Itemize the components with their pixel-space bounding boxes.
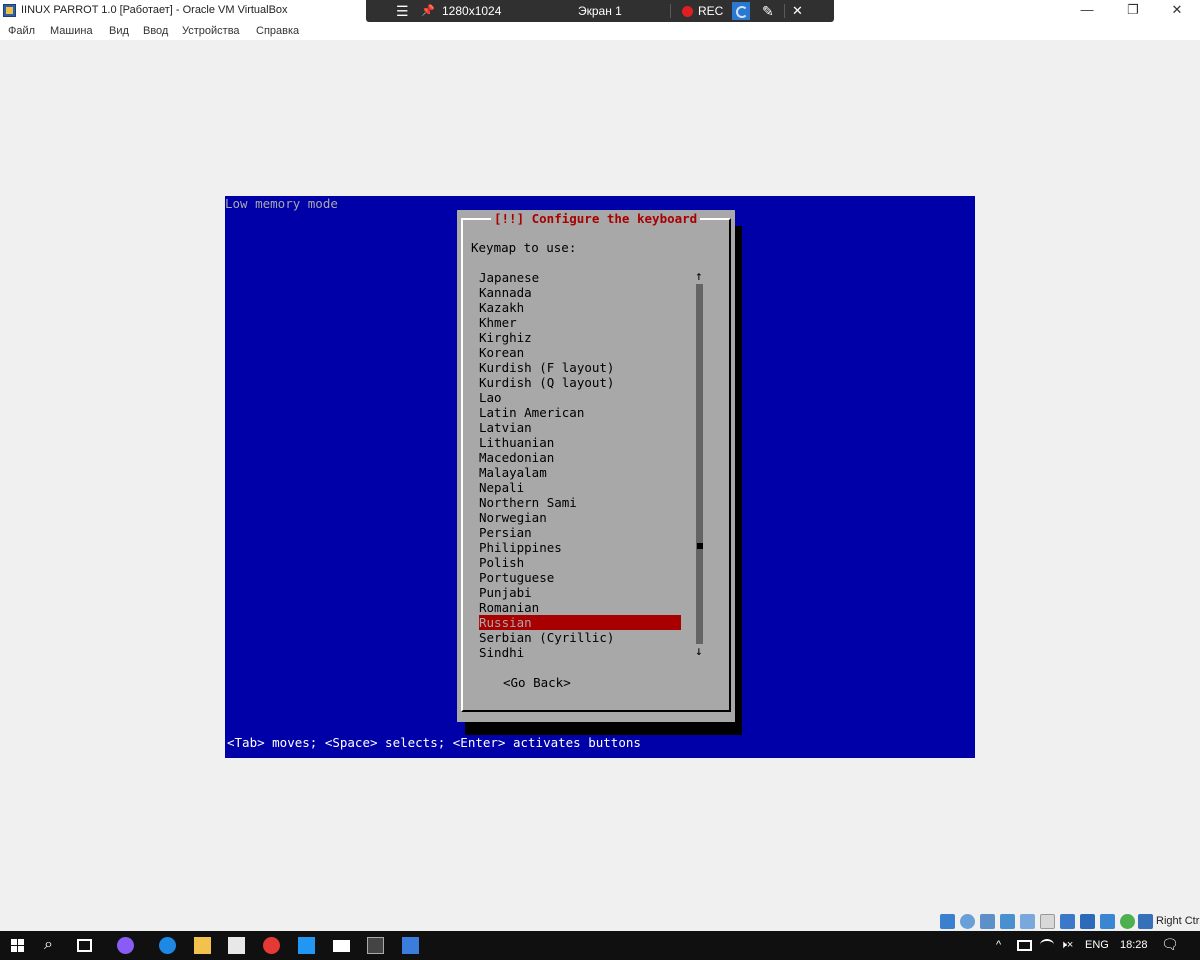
vm-status-bar: Right Ctrl xyxy=(938,913,1200,931)
volume-muted-icon[interactable]: 🕨× xyxy=(1060,939,1073,952)
list-item[interactable]: Lithuanian xyxy=(479,435,681,450)
list-item[interactable]: Latvian xyxy=(479,420,681,435)
mail-icon[interactable] xyxy=(333,940,350,952)
keymap-prompt: Keymap to use: xyxy=(471,240,577,255)
shared-folders-icon[interactable] xyxy=(1040,914,1055,929)
window-title: IINUX PARROT 1.0 [Работает] - Oracle VM … xyxy=(21,4,288,16)
mouse-integration-icon[interactable] xyxy=(1120,914,1135,929)
list-item[interactable]: Serbian (Cyrillic) xyxy=(479,630,681,645)
windows-start-icon[interactable] xyxy=(11,939,25,953)
clock[interactable]: 18:28 xyxy=(1120,939,1148,951)
restore-button[interactable]: ❐ xyxy=(1110,0,1156,22)
list-item[interactable]: Khmer xyxy=(479,315,681,330)
menu-machine[interactable]: Машина xyxy=(50,25,93,37)
file-explorer-icon[interactable] xyxy=(194,937,211,954)
menu-bar: Файл Машина Вид Ввод Устройства Справка xyxy=(0,22,1200,40)
record-icon[interactable] xyxy=(682,6,693,17)
display-icon[interactable] xyxy=(1060,914,1075,929)
screen-label[interactable]: Экран 1 xyxy=(578,0,622,22)
task-view-icon[interactable] xyxy=(77,939,92,952)
list-item[interactable]: Lao xyxy=(479,390,681,405)
search-icon[interactable]: ⌕ xyxy=(44,936,53,954)
host-key-label: Right Ctrl xyxy=(1156,915,1200,927)
tray-overflow-icon[interactable]: ^ xyxy=(996,939,1001,951)
list-item[interactable]: Persian xyxy=(479,525,681,540)
list-item[interactable]: Kurdish (Q layout) xyxy=(479,375,681,390)
menu-file[interactable]: Файл xyxy=(8,25,35,37)
list-item[interactable]: Philippines xyxy=(479,540,681,555)
minimize-button[interactable]: — xyxy=(1064,0,1110,22)
usb-icon[interactable] xyxy=(1020,914,1035,929)
list-item[interactable]: Polish xyxy=(479,555,681,570)
notification-icon[interactable]: 🗨 xyxy=(1161,936,1179,953)
live-app-icon[interactable] xyxy=(367,937,384,954)
vm-screen[interactable]: Low memory mode [!!] Configure the keybo… xyxy=(225,196,975,758)
toolbar-divider xyxy=(670,4,671,18)
keymap-list: Japanese Kannada Kazakh Khmer Kirghiz Ko… xyxy=(479,270,681,660)
toolbar-divider xyxy=(784,4,785,18)
close-button[interactable]: ✕ xyxy=(1154,0,1200,22)
vm-mini-toolbar: ☰ 📌 1280x1024 Экран 1 REC ✎ ✕ xyxy=(366,0,834,22)
go-back-button[interactable]: <Go Back> xyxy=(503,675,571,690)
list-item[interactable]: Japanese xyxy=(479,270,681,285)
list-item[interactable]: Kannada xyxy=(479,285,681,300)
list-item-selected[interactable]: Russian xyxy=(479,615,681,630)
cpu-icon[interactable] xyxy=(1100,914,1115,929)
menu-icon[interactable]: ☰ xyxy=(396,0,409,22)
pin-icon[interactable]: 📌 xyxy=(421,0,435,22)
virtualbox-taskbar-icon[interactable] xyxy=(402,937,419,954)
keyboard-icon[interactable] xyxy=(1138,914,1153,929)
list-item[interactable]: Romanian xyxy=(479,600,681,615)
menu-help[interactable]: Справка xyxy=(256,25,299,37)
hard-disk-icon[interactable] xyxy=(940,914,955,929)
list-item[interactable]: Kazakh xyxy=(479,300,681,315)
list-item[interactable]: Malayalam xyxy=(479,465,681,480)
list-item[interactable]: Portuguese xyxy=(479,570,681,585)
pen-icon[interactable]: ✎ xyxy=(762,0,774,22)
wifi-icon[interactable] xyxy=(1040,939,1054,951)
menu-devices[interactable]: Устройства xyxy=(182,25,240,37)
scroll-up-arrow-icon[interactable]: ↑ xyxy=(695,268,703,283)
list-item[interactable]: Kirghiz xyxy=(479,330,681,345)
dialog-title: [!!] Configure the keyboard xyxy=(491,211,701,226)
app-icon[interactable] xyxy=(298,937,315,954)
edge-browser-icon[interactable] xyxy=(159,937,176,954)
alice-assistant-icon[interactable] xyxy=(117,937,134,954)
scrollbar-thumb[interactable] xyxy=(697,543,703,549)
menu-input[interactable]: Ввод xyxy=(143,25,168,37)
windows-taskbar: ⌕ ^ 🕨× ENG 18:28 🗨 xyxy=(0,931,1200,960)
list-item[interactable]: Punjabi xyxy=(479,585,681,600)
low-memory-mode-label: Low memory mode xyxy=(225,196,338,211)
virtualbox-icon xyxy=(3,4,16,17)
language-indicator[interactable]: ENG xyxy=(1085,939,1109,951)
battery-icon[interactable] xyxy=(1017,940,1032,951)
yandex-browser-icon[interactable] xyxy=(263,937,280,954)
optical-drive-icon[interactable] xyxy=(960,914,975,929)
list-item[interactable]: Nepali xyxy=(479,480,681,495)
list-item[interactable]: Sindhi xyxy=(479,645,681,660)
scroll-down-arrow-icon[interactable]: ↓ xyxy=(695,643,703,658)
list-scrollbar[interactable] xyxy=(696,284,703,644)
list-item[interactable]: Kurdish (F layout) xyxy=(479,360,681,375)
list-item[interactable]: Northern Sami xyxy=(479,495,681,510)
menu-view[interactable]: Вид xyxy=(109,25,129,37)
list-item[interactable]: Macedonian xyxy=(479,450,681,465)
rec-label[interactable]: REC xyxy=(698,0,723,22)
audio-icon[interactable] xyxy=(980,914,995,929)
network-icon[interactable] xyxy=(1000,914,1015,929)
close-toolbar-icon[interactable]: ✕ xyxy=(792,0,803,22)
title-bar: IINUX PARROT 1.0 [Работает] - Oracle VM … xyxy=(0,0,1200,22)
store-icon[interactable] xyxy=(228,937,245,954)
configure-keyboard-dialog: [!!] Configure the keyboard Keymap to us… xyxy=(457,210,735,722)
list-item[interactable]: Korean xyxy=(479,345,681,360)
list-item[interactable]: Latin American xyxy=(479,405,681,420)
keyboard-hint-bar: <Tab> moves; <Space> selects; <Enter> ac… xyxy=(227,735,641,750)
video-capture-icon[interactable] xyxy=(1080,914,1095,929)
list-item[interactable]: Norwegian xyxy=(479,510,681,525)
refresh-icon[interactable] xyxy=(732,2,750,20)
resolution-label: 1280x1024 xyxy=(442,4,502,18)
virtualbox-window: IINUX PARROT 1.0 [Работает] - Oracle VM … xyxy=(0,0,1200,960)
